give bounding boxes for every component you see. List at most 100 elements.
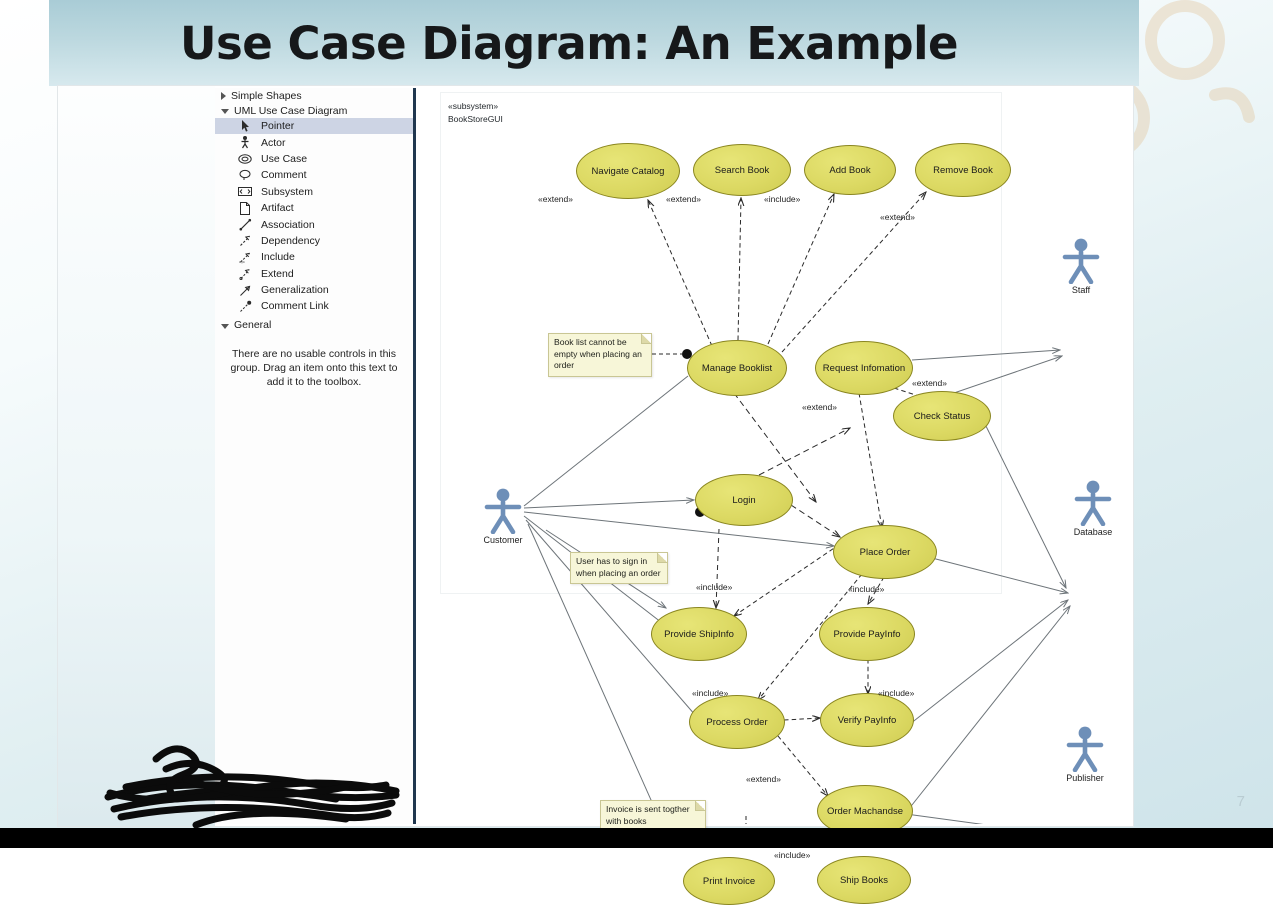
actor-label: Publisher bbox=[1066, 773, 1104, 783]
toolbox-item-association[interactable]: Association bbox=[215, 216, 413, 232]
toolbox-item-include[interactable]: «i» Include bbox=[215, 249, 413, 265]
use-case-request-infomation[interactable]: Request Infomation bbox=[815, 341, 913, 395]
relation-label: «extend» bbox=[802, 402, 837, 412]
include-icon: «i» bbox=[235, 250, 255, 264]
actor-icon bbox=[235, 136, 255, 150]
toolbox-empty-message: There are no usable controls in this gro… bbox=[230, 347, 398, 388]
toolbox-item-label: Association bbox=[261, 218, 315, 231]
association-icon bbox=[235, 218, 255, 232]
extend-icon bbox=[235, 267, 255, 281]
use-case-label: Provide PayInfo bbox=[833, 628, 901, 640]
toolbox-group-label: General bbox=[234, 319, 272, 332]
toolbox-group-label: UML Use Case Diagram bbox=[234, 104, 348, 117]
actor-label: Database bbox=[1073, 527, 1113, 537]
toolbox-item-generalization[interactable]: Generalization bbox=[215, 282, 413, 298]
note-signin[interactable]: User has to sign in when placing an orde… bbox=[570, 552, 668, 584]
use-case-label: Remove Book bbox=[933, 164, 993, 176]
actor-label: Customer bbox=[483, 535, 523, 545]
toolbox-item-dependency[interactable]: Dependency bbox=[215, 233, 413, 249]
use-case-print-invoice[interactable]: Print Invoice bbox=[683, 857, 775, 905]
generalization-icon bbox=[235, 283, 255, 297]
comment-link-icon bbox=[235, 299, 255, 313]
use-case-add-book[interactable]: Add Book bbox=[804, 145, 896, 195]
artifact-icon bbox=[235, 201, 255, 215]
use-case-label: Print Invoice bbox=[702, 875, 756, 887]
use-case-check-status[interactable]: Check Status bbox=[893, 391, 991, 441]
diagram-canvas[interactable]: «subsystem» BookStoreGUI Navigate Catalo… bbox=[416, 88, 1131, 905]
subsystem-icon bbox=[235, 185, 255, 199]
toolbox-item-artifact[interactable]: Artifact bbox=[215, 200, 413, 216]
toolbox-group-general[interactable]: General bbox=[215, 318, 413, 333]
use-case-navigate-catalog[interactable]: Navigate Catalog bbox=[576, 143, 680, 199]
relation-label: «extend» bbox=[666, 194, 701, 204]
use-case-search-book[interactable]: Search Book bbox=[693, 144, 791, 196]
use-case-icon bbox=[235, 152, 255, 166]
toolbox-group-uml-use-case-diagram[interactable]: UML Use Case Diagram bbox=[215, 103, 413, 118]
toolbox-item-use-case[interactable]: Use Case bbox=[215, 151, 413, 167]
actor-publisher[interactable]: Publisher bbox=[1064, 726, 1106, 783]
use-case-label: Process Order bbox=[706, 716, 768, 728]
use-case-label: Order Machandse bbox=[826, 805, 904, 817]
chevron-down-icon bbox=[221, 109, 229, 114]
toolbox-item-subsystem[interactable]: Subsystem bbox=[215, 184, 413, 200]
note-text: Book list cannot be empty when placing a… bbox=[554, 337, 642, 370]
presentation-slide: Use Case Diagram: An Example Simple Shap… bbox=[0, 0, 1273, 905]
use-case-verify-payinfo[interactable]: Verify PayInfo bbox=[820, 693, 914, 747]
use-case-manage-booklist[interactable]: Manage Booklist bbox=[687, 340, 787, 396]
use-case-label: Add Book bbox=[829, 164, 871, 176]
toolbox-item-comment-link[interactable]: Comment Link bbox=[215, 298, 413, 314]
app-left-pane bbox=[58, 86, 215, 826]
use-case-remove-book[interactable]: Remove Book bbox=[915, 143, 1011, 197]
toolbox-item-actor[interactable]: Actor bbox=[215, 134, 413, 150]
use-case-provide-shipinfo[interactable]: Provide ShipInfo bbox=[651, 607, 747, 661]
toolbox-item-label: Comment Link bbox=[261, 300, 329, 313]
note-fold-icon bbox=[695, 801, 705, 811]
application-window: Simple Shapes UML Use Case Diagram Point… bbox=[58, 86, 1133, 905]
use-case-label: Place Order bbox=[859, 546, 911, 558]
use-case-label: Provide ShipInfo bbox=[664, 628, 734, 640]
use-case-login[interactable]: Login bbox=[695, 474, 793, 526]
use-case-process-order[interactable]: Process Order bbox=[689, 695, 785, 749]
actor-staff[interactable]: Staff bbox=[1060, 238, 1102, 295]
use-case-label: Check Status bbox=[913, 410, 971, 422]
actor-label: Staff bbox=[1071, 285, 1091, 295]
relation-label: «extend» bbox=[880, 212, 915, 222]
use-case-label: Ship Books bbox=[839, 874, 889, 886]
toolbox-item-comment[interactable]: Comment bbox=[215, 167, 413, 183]
toolbox-item-label: Comment bbox=[261, 169, 307, 182]
relation-label: «include» bbox=[692, 688, 729, 698]
toolbox-group-simple-shapes[interactable]: Simple Shapes bbox=[215, 88, 413, 103]
use-case-place-order[interactable]: Place Order bbox=[833, 525, 937, 579]
use-case-ship-books[interactable]: Ship Books bbox=[817, 856, 911, 904]
use-case-label: Login bbox=[732, 494, 756, 506]
toolbox-item-label: Extend bbox=[261, 267, 294, 280]
toolbox-panel[interactable]: Simple Shapes UML Use Case Diagram Point… bbox=[215, 88, 416, 824]
relation-label: «include» bbox=[878, 688, 915, 698]
use-case-label: Request Infomation bbox=[822, 362, 906, 374]
use-case-provide-payinfo[interactable]: Provide PayInfo bbox=[819, 607, 915, 661]
toolbox-item-label: Generalization bbox=[261, 284, 329, 297]
bottom-bar bbox=[0, 828, 1273, 848]
actor-database[interactable]: Database bbox=[1072, 480, 1114, 537]
actor-customer[interactable]: Customer bbox=[482, 488, 524, 545]
relation-label: «extend» bbox=[912, 378, 947, 388]
comment-icon bbox=[235, 168, 255, 182]
note-text: User has to sign in when placing an orde… bbox=[576, 556, 661, 578]
toolbox-item-extend[interactable]: Extend bbox=[215, 266, 413, 282]
toolbox-item-label: Artifact bbox=[261, 202, 294, 215]
toolbox-item-pointer[interactable]: Pointer bbox=[215, 118, 413, 135]
toolbox-item-label: Actor bbox=[261, 136, 286, 149]
toolbox-item-label: Use Case bbox=[261, 152, 308, 165]
chevron-right-icon bbox=[221, 91, 226, 100]
toolbox-item-label: Pointer bbox=[261, 120, 295, 133]
relation-label: «include» bbox=[848, 584, 885, 594]
page-number: 7 bbox=[1236, 793, 1245, 810]
relation-label: «include» bbox=[696, 582, 733, 592]
note-booklist[interactable]: Book list cannot be empty when placing a… bbox=[548, 333, 652, 377]
toolbox-item-label: Include bbox=[261, 251, 295, 264]
page-title: Use Case Diagram: An Example bbox=[179, 16, 959, 70]
chevron-down-icon bbox=[221, 323, 229, 329]
toolbox-group-label: Simple Shapes bbox=[231, 89, 302, 102]
note-fold-icon bbox=[657, 553, 667, 563]
note-text: Invoice is sent togther with books bbox=[606, 804, 690, 826]
